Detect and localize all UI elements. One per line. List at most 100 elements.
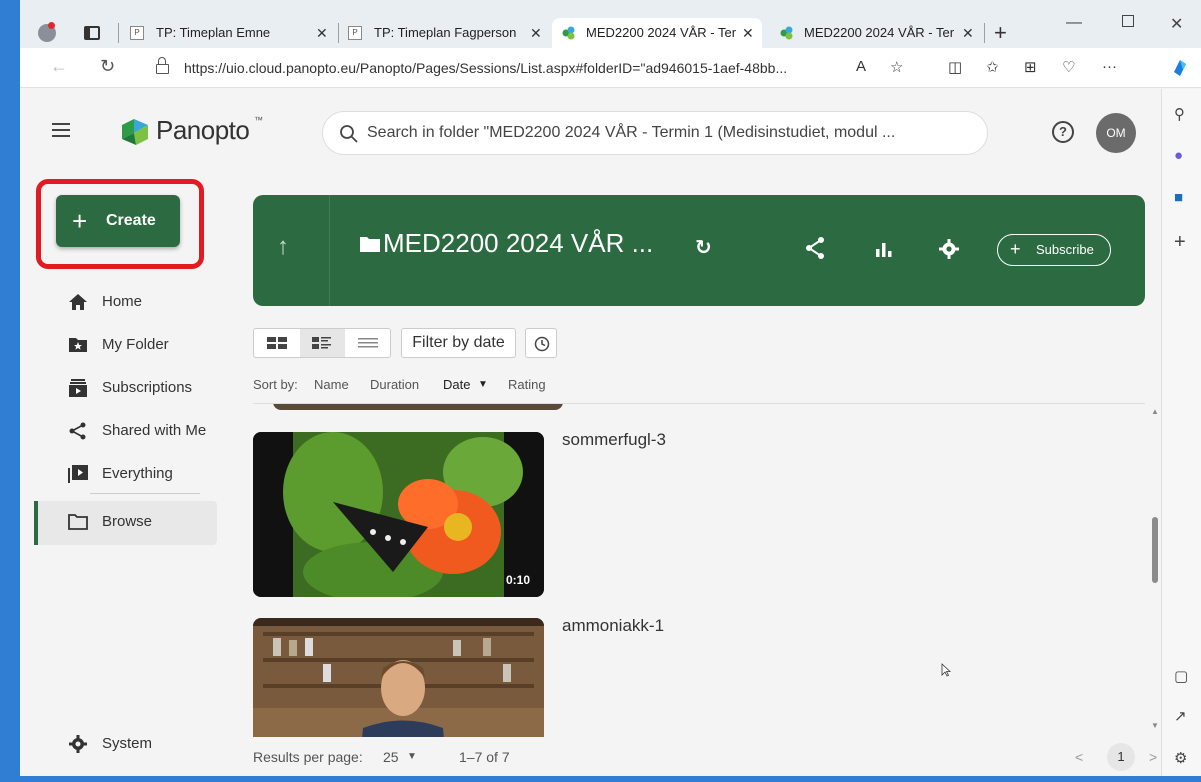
gear-icon [69, 735, 87, 753]
tab-timeplan-emne[interactable]: P TP: Timeplan Emne ✕ [130, 18, 335, 48]
new-tab-button[interactable]: + [994, 18, 1007, 48]
tab-med2200-active[interactable]: MED2200 2024 VÅR - Term ✕ [552, 18, 762, 48]
sort-by-rating[interactable]: Rating [508, 377, 546, 392]
refresh-icon[interactable]: ↻ [100, 56, 115, 77]
sidebar-item-everything[interactable]: Everything [34, 453, 220, 495]
share-icon [69, 422, 86, 440]
scroll-thumb[interactable] [1152, 517, 1158, 583]
favorite-star-icon[interactable]: ☆ [890, 58, 903, 76]
search-bar[interactable]: Search in folder "MED2200 2024 VÅR - Ter… [322, 111, 988, 155]
outlook-icon[interactable]: ■ [1174, 189, 1183, 206]
previous-session-thumbnail[interactable] [273, 404, 563, 410]
search-icon[interactable]: ⚲ [1174, 105, 1185, 123]
sort-direction-icon[interactable]: ▼ [478, 379, 488, 390]
folder-icon [360, 237, 380, 252]
sidebar-item-subscriptions[interactable]: Subscriptions [34, 367, 220, 409]
next-page-icon[interactable]: > [1149, 749, 1157, 765]
tab-close-icon[interactable]: ✕ [742, 18, 754, 48]
url-field[interactable]: https://uio.cloud.panopto.eu/Panopto/Pag… [184, 54, 944, 82]
back-icon[interactable]: ← [50, 56, 68, 77]
add-sidebar-app-icon[interactable]: + [1174, 231, 1186, 254]
sidebar-item-shared-with-me[interactable]: Shared with Me [34, 410, 220, 452]
help-icon[interactable]: ? [1052, 121, 1074, 143]
detailed-list-view-button[interactable] [300, 329, 345, 357]
panopto-favicon-icon [780, 26, 793, 40]
compact-list-view-button[interactable] [346, 329, 391, 357]
sidebar-item-label: My Folder [102, 336, 169, 353]
search-input[interactable]: Search in folder "MED2200 2024 VÅR - Ter… [367, 112, 967, 154]
sort-by-name[interactable]: Name [314, 377, 349, 392]
more-menu-icon[interactable]: ··· [1102, 58, 1117, 75]
sidebar-item-home[interactable]: Home [34, 281, 220, 323]
filter-by-date-button[interactable]: Filter by date [401, 328, 516, 358]
maximize-icon[interactable] [1122, 15, 1134, 27]
history-button[interactable] [525, 328, 557, 358]
settings-gear-icon[interactable]: ⚙ [1174, 749, 1187, 767]
subscriptions-icon [69, 379, 87, 397]
chevron-down-icon[interactable]: ▼ [407, 751, 417, 762]
browser-essentials-icon[interactable]: ♡ [1062, 58, 1075, 76]
home-icon [69, 294, 87, 310]
subscribe-button[interactable]: + Subscribe [997, 234, 1111, 266]
collections-icon[interactable]: ⊞ [1024, 58, 1037, 76]
sidebar-item-label: Home [102, 293, 143, 310]
sidebar-item-label: Browse [102, 513, 153, 530]
browser-window: P TP: Timeplan Emne ✕ P TP: Timeplan Fag… [20, 0, 1201, 776]
session-thumbnail-sommerfugl[interactable]: 0:10 [253, 432, 544, 597]
scroll-down-icon[interactable]: ▼ [1151, 721, 1159, 730]
external-link-icon[interactable]: ↗ [1174, 707, 1187, 725]
logo-text: Panopto [156, 115, 250, 145]
highlight-annotation [36, 179, 204, 269]
stats-icon[interactable] [875, 241, 893, 257]
sort-by-date[interactable]: Date [443, 377, 470, 392]
tab-label: TP: Timeplan Fagperson [374, 25, 517, 40]
tab-close-icon[interactable]: ✕ [530, 18, 542, 48]
sidebar-item-my-folder[interactable]: My Folder [34, 324, 220, 366]
lock-icon[interactable] [156, 57, 169, 74]
results-per-page-label: Results per page: [253, 749, 363, 765]
panopto-page: Panopto ™ Search in folder "MED2200 2024… [20, 89, 1161, 776]
grid-view-button[interactable] [254, 329, 299, 357]
prev-page-icon[interactable]: < [1075, 749, 1083, 765]
session-title[interactable]: sommerfugl-3 [562, 430, 666, 450]
settings-gear-icon[interactable] [939, 239, 959, 259]
copilot-sidebar-icon[interactable]: ● [1174, 147, 1183, 164]
tab-label: MED2200 2024 VÅR - Term [586, 25, 736, 40]
copilot-icon[interactable] [1170, 58, 1190, 78]
up-arrow-icon[interactable]: ↑ [277, 233, 289, 261]
share-icon[interactable] [805, 237, 825, 259]
folder-banner: ↑ MED2200 2024 VÅR ... ↻ + Subscribe [253, 195, 1145, 306]
scroll-up-icon[interactable]: ▲ [1151, 407, 1159, 416]
tab-actions-icon[interactable] [84, 26, 100, 40]
read-aloud-icon[interactable]: A [856, 58, 866, 75]
sidebar-divider [90, 493, 200, 494]
sidebar-item-system[interactable]: System [34, 723, 220, 765]
session-duration: 0:10 [505, 573, 530, 587]
list-scrollbar[interactable]: ▲ ▼ [1149, 403, 1161, 737]
desktop-background-left [0, 0, 20, 782]
refresh-icon[interactable]: ↻ [695, 235, 712, 260]
tab-separator [338, 23, 339, 43]
favorites-icon[interactable]: ✩ [986, 58, 999, 76]
menu-hamburger-icon[interactable] [52, 123, 72, 139]
tab-timeplan-fagperson[interactable]: P TP: Timeplan Fagperson ✕ [348, 18, 548, 48]
panopto-header: Panopto ™ Search in folder "MED2200 2024… [20, 89, 1161, 177]
sort-by-duration[interactable]: Duration [370, 377, 419, 392]
user-avatar[interactable]: OM [1096, 113, 1136, 153]
tab-close-icon[interactable]: ✕ [316, 18, 328, 48]
page-number-button[interactable]: 1 [1107, 743, 1135, 771]
sidebar-toggle-icon[interactable]: ▢ [1174, 667, 1188, 685]
sidebar-item-browse[interactable]: Browse [34, 501, 217, 545]
split-screen-icon[interactable]: ◫ [948, 58, 962, 76]
minimize-icon[interactable]: — [1066, 14, 1082, 32]
close-window-icon[interactable]: ✕ [1170, 14, 1183, 34]
sidebar-item-label: Subscriptions [102, 379, 193, 396]
session-thumbnail-ammoniakk[interactable] [253, 618, 544, 737]
tab-close-icon[interactable]: ✕ [962, 18, 974, 48]
tab-med2200-second[interactable]: MED2200 2024 VÅR - Tern ✕ [772, 18, 982, 48]
panopto-logo[interactable]: Panopto ™ [120, 111, 320, 151]
results-per-page-select[interactable]: 25 [383, 749, 399, 765]
session-title[interactable]: ammoniakk-1 [562, 616, 664, 636]
results-range: 1–7 of 7 [459, 749, 510, 765]
uio-favicon-icon: P [348, 26, 362, 40]
